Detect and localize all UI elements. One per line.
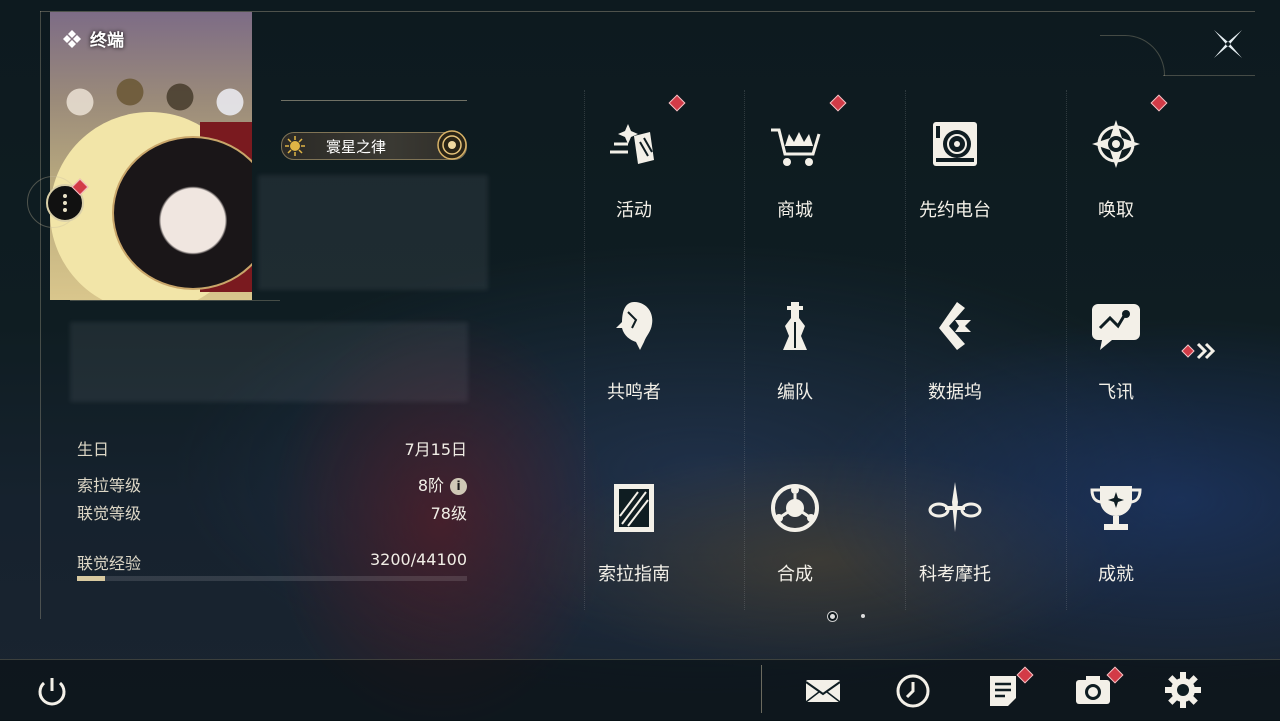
- info-icon[interactable]: i: [450, 478, 467, 495]
- stat-label: 联觉等级: [77, 504, 142, 523]
- message-icon: [1092, 304, 1140, 350]
- stat-sol-rank: 索拉等级 8阶 i: [77, 472, 467, 496]
- menu-label: 编队: [777, 382, 813, 403]
- menu-label: 共鸣者: [607, 382, 661, 403]
- menu-databank[interactable]: 数据坞: [895, 282, 1015, 432]
- menu-label: 飞讯: [1098, 382, 1134, 403]
- power-icon: [38, 678, 66, 706]
- close-button[interactable]: [1208, 24, 1248, 64]
- menu-convene[interactable]: 唤取: [1056, 100, 1176, 250]
- page-indicator: [826, 612, 876, 622]
- menu-label: 索拉指南: [598, 564, 670, 585]
- double-chevron-right-icon: [1181, 342, 1216, 360]
- mail-icon: [805, 680, 841, 703]
- team-icon: [783, 302, 807, 350]
- menu-synthesis[interactable]: 合成: [735, 464, 855, 614]
- exit-game-button[interactable]: [34, 673, 70, 709]
- resonator-icon: [616, 302, 653, 350]
- title-badge[interactable]: 寰星之律: [281, 130, 467, 160]
- terminal-diamond-icon: [63, 29, 81, 48]
- title-orb-icon: [437, 130, 467, 160]
- settings-button[interactable]: [1163, 670, 1203, 710]
- stat-birthday: 生日 7月15日: [77, 436, 467, 459]
- menu-achievement[interactable]: 成就: [1056, 464, 1176, 614]
- guidebook-icon: [614, 484, 654, 532]
- menu-resonator[interactable]: 共鸣者: [574, 282, 694, 432]
- motorbike-icon: [928, 482, 982, 532]
- stat-union-exp: 联觉经验 3200/44100: [77, 550, 467, 573]
- name-divider: [281, 100, 467, 101]
- page-dot-active[interactable]: [830, 614, 835, 619]
- menu-label: 科考摩托: [919, 564, 991, 585]
- stat-value-wrap: 8阶 i: [418, 472, 467, 496]
- shop-icon: [771, 128, 821, 166]
- settings-icon: [1165, 672, 1201, 708]
- redacted-name-area: [258, 175, 488, 290]
- next-page-button[interactable]: [1180, 340, 1224, 362]
- stat-value: 3200/44100: [369, 550, 467, 569]
- more-vertical-icon-dot: [63, 194, 67, 198]
- activity-icon: [610, 124, 654, 164]
- toolbar-separator: [761, 665, 762, 713]
- stat-label: 索拉等级: [77, 476, 142, 495]
- stat-label: 联觉经验: [77, 554, 142, 573]
- menu-activity[interactable]: 活动: [574, 100, 694, 250]
- menu-label: 数据坞: [928, 382, 982, 403]
- synthesis-icon: [771, 484, 819, 532]
- menu-label: 合成: [777, 564, 813, 585]
- menu-guidebook[interactable]: 索拉指南: [574, 464, 694, 614]
- convene-icon: [1092, 120, 1140, 168]
- menu-radio[interactable]: 先约电台: [895, 100, 1015, 250]
- trophy-icon: [1090, 486, 1142, 530]
- frame-left-line: [40, 11, 41, 619]
- avatar-card[interactable]: [50, 12, 252, 300]
- profile-divider: [70, 300, 280, 301]
- stat-value: 7月15日: [404, 440, 467, 459]
- stat-value: 78级: [430, 504, 467, 523]
- menu-label: 先约电台: [919, 200, 991, 221]
- menu-label: 唤取: [1098, 200, 1134, 221]
- exp-progress-bar: [77, 576, 467, 581]
- stat-union-level: 联觉等级 78级: [77, 500, 467, 523]
- menu-shop[interactable]: 商城: [735, 100, 855, 250]
- menu-label: 活动: [616, 200, 652, 221]
- frame-right-line: [1163, 75, 1255, 76]
- title-badge-label: 寰星之律: [326, 138, 387, 156]
- redacted-signature-area: [70, 322, 468, 402]
- frame-corner-curve: [1100, 35, 1165, 76]
- radio-icon: [933, 122, 977, 166]
- more-vertical-icon-dot: [63, 208, 67, 212]
- sun-emblem-icon: [285, 136, 305, 156]
- menu-team[interactable]: 编队: [735, 282, 855, 432]
- menu-motorbike[interactable]: 科考摩托: [895, 464, 1015, 614]
- page-dot[interactable]: [861, 614, 865, 618]
- clock-icon: [896, 674, 930, 708]
- close-icon: [1214, 30, 1242, 58]
- menu-message[interactable]: 飞讯: [1056, 282, 1176, 432]
- more-vertical-icon-dot: [63, 201, 67, 205]
- clock-button[interactable]: [893, 670, 933, 710]
- exp-progress-fill: [77, 576, 106, 581]
- terminal-title: 终端: [90, 31, 124, 51]
- menu-label: 商城: [777, 200, 813, 221]
- terminal-header: 终端: [62, 26, 124, 51]
- stat-label: 生日: [77, 440, 110, 459]
- menu-label: 成就: [1098, 564, 1134, 585]
- mail-button[interactable]: [803, 670, 843, 710]
- databank-icon: [939, 302, 971, 350]
- stat-value: 8阶: [417, 476, 444, 495]
